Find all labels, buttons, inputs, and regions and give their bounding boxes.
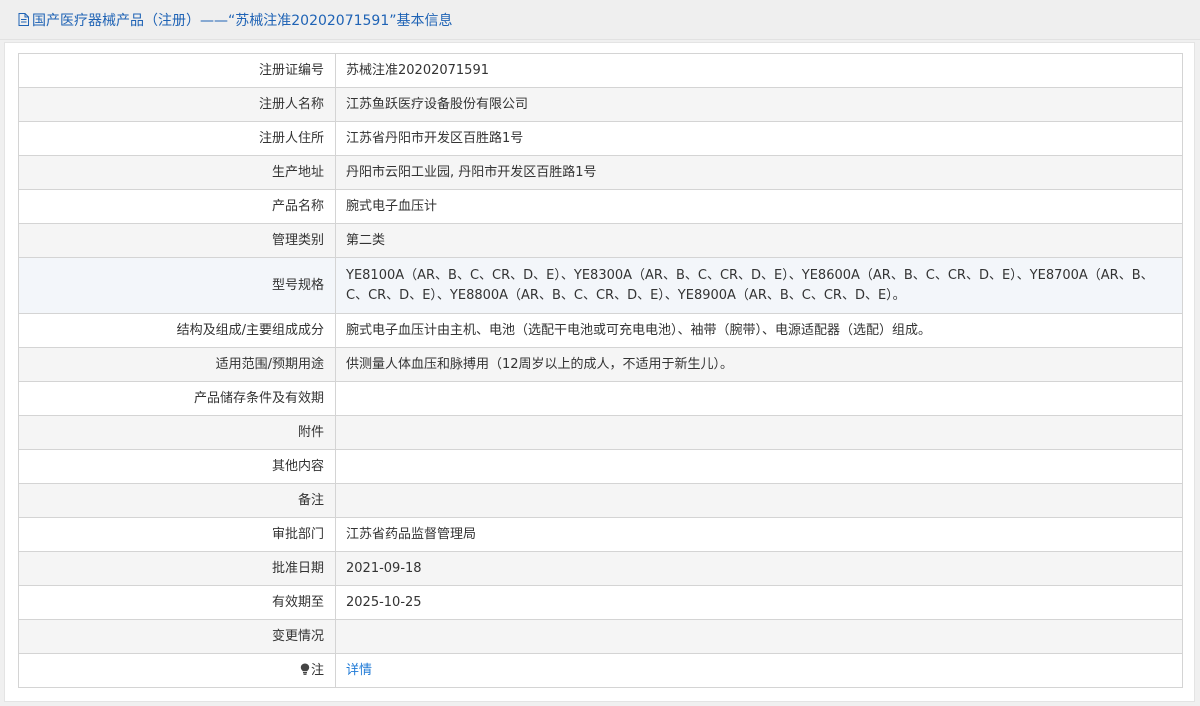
document-icon	[18, 13, 29, 26]
row-value	[335, 449, 1183, 484]
page-title: 国产医疗器械产品（注册）——“苏械注准20202071591”基本信息	[32, 12, 453, 29]
row-label: 附件	[18, 415, 336, 450]
table-row: 注册人住所 江苏省丹阳市开发区百胜路1号	[18, 121, 1183, 156]
table-row: 注册人名称 江苏鱼跃医疗设备股份有限公司	[18, 87, 1183, 122]
table-row: 变更情况	[18, 619, 1183, 654]
row-value: 腕式电子血压计由主机、电池（选配干电池或可充电电池）、袖带（腕带）、电源适配器（…	[335, 313, 1183, 348]
row-value	[335, 483, 1183, 518]
row-value: 2025-10-25	[335, 585, 1183, 620]
row-label: 注册人名称	[18, 87, 336, 122]
row-value: 供测量人体血压和脉搏用（12周岁以上的成人，不适用于新生儿）。	[335, 347, 1183, 382]
details-link[interactable]: 详情	[346, 663, 372, 678]
row-label: 审批部门	[18, 517, 336, 552]
row-label: 变更情况	[18, 619, 336, 654]
row-value: 江苏鱼跃医疗设备股份有限公司	[335, 87, 1183, 122]
row-label: 批准日期	[18, 551, 336, 586]
info-table: 注册证编号 苏械注准20202071591 注册人名称 江苏鱼跃医疗设备股份有限…	[18, 53, 1183, 688]
table-row: 结构及组成/主要组成成分 腕式电子血压计由主机、电池（选配干电池或可充电电池）、…	[18, 313, 1183, 348]
table-row: 管理类别 第二类	[18, 223, 1183, 258]
row-label: 生产地址	[18, 155, 336, 190]
table-row: 产品名称 腕式电子血压计	[18, 189, 1183, 224]
row-value: YE8100A（AR、B、C、CR、D、E）、YE8300A（AR、B、C、CR…	[335, 257, 1183, 314]
table-row: 附件	[18, 415, 1183, 450]
row-label: 管理类别	[18, 223, 336, 258]
note-row: 注 详情	[18, 653, 1183, 688]
row-label: 注册证编号	[18, 53, 336, 88]
table-row: 备注	[18, 483, 1183, 518]
row-label: 产品名称	[18, 189, 336, 224]
table-row: 批准日期 2021-09-18	[18, 551, 1183, 586]
row-value: 江苏省药品监督管理局	[335, 517, 1183, 552]
lightbulb-icon	[300, 663, 310, 675]
row-label: 注册人住所	[18, 121, 336, 156]
row-value	[335, 415, 1183, 450]
row-label: 其他内容	[18, 449, 336, 484]
table-row: 型号规格 YE8100A（AR、B、C、CR、D、E）、YE8300A（AR、B…	[18, 257, 1183, 314]
row-value: 第二类	[335, 223, 1183, 258]
row-label: 有效期至	[18, 585, 336, 620]
note-label-cell: 注	[18, 653, 336, 688]
table-row: 生产地址 丹阳市云阳工业园, 丹阳市开发区百胜路1号	[18, 155, 1183, 190]
table-row: 适用范围/预期用途 供测量人体血压和脉搏用（12周岁以上的成人，不适用于新生儿）…	[18, 347, 1183, 382]
row-value: 江苏省丹阳市开发区百胜路1号	[335, 121, 1183, 156]
row-label: 结构及组成/主要组成成分	[18, 313, 336, 348]
note-value-cell: 详情	[335, 653, 1183, 688]
table-row: 注册证编号 苏械注准20202071591	[18, 53, 1183, 88]
row-value: 腕式电子血压计	[335, 189, 1183, 224]
row-value: 2021-09-18	[335, 551, 1183, 586]
row-label: 适用范围/预期用途	[18, 347, 336, 382]
page-header: 国产医疗器械产品（注册）——“苏械注准20202071591”基本信息	[0, 0, 1200, 40]
table-row: 产品储存条件及有效期	[18, 381, 1183, 416]
info-panel: 注册证编号 苏械注准20202071591 注册人名称 江苏鱼跃医疗设备股份有限…	[4, 42, 1195, 702]
table-row: 有效期至 2025-10-25	[18, 585, 1183, 620]
table-row: 审批部门 江苏省药品监督管理局	[18, 517, 1183, 552]
row-value	[335, 381, 1183, 416]
row-label: 产品储存条件及有效期	[18, 381, 336, 416]
row-value	[335, 619, 1183, 654]
row-label: 备注	[18, 483, 336, 518]
row-label: 型号规格	[18, 257, 336, 314]
note-label: 注	[310, 662, 324, 678]
row-value: 苏械注准20202071591	[335, 53, 1183, 88]
table-row: 其他内容	[18, 449, 1183, 484]
row-value: 丹阳市云阳工业园, 丹阳市开发区百胜路1号	[335, 155, 1183, 190]
